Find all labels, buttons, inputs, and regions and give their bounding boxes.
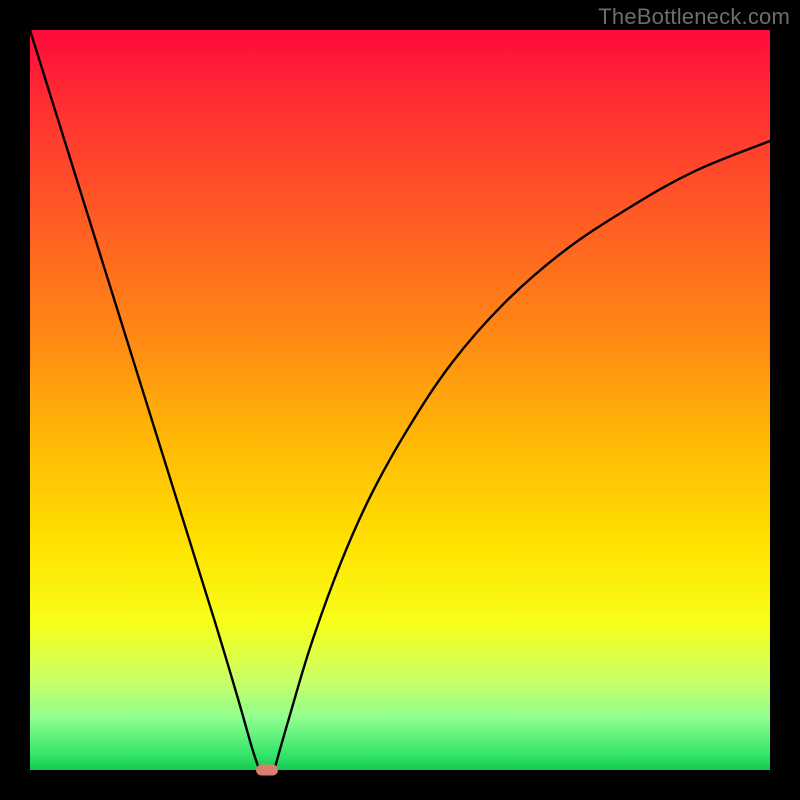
chart-frame: TheBottleneck.com [0, 0, 800, 800]
min-marker [256, 765, 278, 776]
curve-layer [30, 30, 770, 770]
curve-left [30, 30, 259, 770]
curve-right [274, 141, 770, 770]
watermark-text: TheBottleneck.com [598, 4, 790, 30]
plot-area [30, 30, 770, 770]
